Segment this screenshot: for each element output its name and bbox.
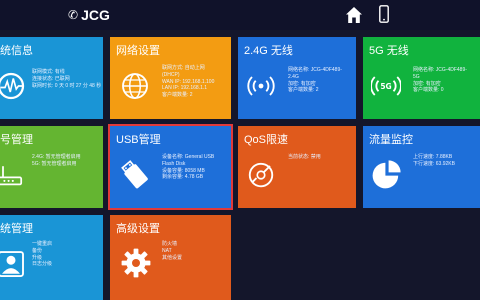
info-line: 连接状态: 已联网	[32, 75, 70, 82]
logo-mark: ✆	[68, 8, 79, 22]
tile-title: QoS限速	[244, 134, 289, 146]
user-profile-icon	[0, 251, 24, 277]
info-line: 联网方式: 自动上网	[162, 65, 205, 71]
tile-advanced[interactable]: 高级设置 防火墙 NAT 其他设置	[110, 215, 231, 300]
info-line: 客户端数量: 0	[413, 87, 444, 94]
info-line: 日志分级	[32, 261, 53, 268]
info-line: 2.4G	[288, 73, 299, 80]
tile-title: 高级设置	[116, 223, 160, 235]
info-line: 备份	[32, 247, 43, 254]
info-line: 设备名称: General USB	[162, 154, 215, 160]
top-bar: ✆ JCG	[0, 0, 480, 30]
tile-title: 流量监控	[369, 134, 413, 146]
usb-drive-icon	[121, 160, 148, 189]
tile-qos[interactable]: QoS限速 当前状态: 禁用	[238, 126, 356, 208]
tile-usb-mgmt[interactable]: USB管理 设备名称: General USB Flash Disk 设备容量:…	[108, 124, 233, 210]
wifi-signal-icon	[247, 76, 275, 96]
phone-icon[interactable]	[379, 5, 389, 23]
info-line: (DHCP)	[162, 71, 180, 78]
tile-system-info[interactable]: 统信息 联网模式: 有线 连接状态: 已联网 联网时长: 0 天 0 时 27 …	[0, 37, 103, 119]
info-line: 联网模式: 有线	[32, 69, 65, 75]
info-line: WAN IP: 192.168.1.100	[162, 78, 215, 85]
info-line: 5G	[413, 73, 420, 80]
tile-network-settings[interactable]: 网络设置 联网方式: 自动上网 (DHCP) WAN IP: 192.168.1…	[110, 37, 231, 119]
tile-sys-mgmt[interactable]: 统管理 一键重启 备份 升级 日志分级	[0, 215, 103, 300]
info-line: 联网时长: 0 天 0 时 27 分 48 秒	[32, 82, 102, 89]
tile-account-mgmt[interactable]: 号管理 2.4G: 暂无管理者启用 5G: 暂无管理者启用	[0, 126, 103, 208]
svg-text:5G: 5G	[380, 82, 391, 91]
tile-title: 统管理	[0, 223, 33, 235]
tile-title: USB管理	[116, 134, 161, 146]
info-line: 防火墙	[162, 241, 178, 247]
info-line: NAT	[162, 247, 172, 254]
info-line: 网络名称: JCG-4DF489-	[413, 67, 467, 73]
tile-title: 网络设置	[116, 45, 160, 57]
info-line: 2.4G: 暂无管理者启用	[32, 154, 81, 160]
info-line: 其他设置	[162, 254, 183, 261]
info-line: 5G: 暂无管理者启用	[32, 160, 77, 167]
info-line: 一键重启	[32, 241, 53, 247]
tile-wifi-5g[interactable]: 5G 无线 5G 网络名称: JCG-4DF489- 5G 加密: 有加密 客户…	[363, 37, 480, 119]
brand-logo: ✆ JCG	[68, 7, 110, 23]
globe-icon	[122, 73, 148, 99]
tile-traffic[interactable]: 流量监控 上行速度: 7.88KB 下行速度: 63.92KB	[363, 126, 480, 208]
logo-text: JCG	[81, 7, 110, 23]
speedometer-icon	[0, 72, 25, 100]
info-line: 客户端数量: 2	[162, 92, 193, 99]
info-line: Flash Disk	[162, 160, 186, 167]
router-icon	[0, 166, 23, 186]
info-line: 剩余容量: 4.78 GB	[162, 174, 204, 181]
tile-wifi-24g[interactable]: 2.4G 无线 网络名称: JCG-4DF489- 2.4G 加密: 有加密 客…	[238, 37, 356, 119]
info-line: 上行速度: 7.88KB	[413, 154, 453, 160]
info-line: 网络名称: JCG-4DF489-	[288, 67, 342, 73]
tile-title: 2.4G 无线	[244, 45, 293, 57]
gear-icon	[121, 248, 151, 278]
pie-chart-icon	[372, 160, 401, 189]
info-line: 下行速度: 63.92KB	[413, 160, 455, 167]
home-icon[interactable]	[345, 6, 363, 24]
speed-limit-icon	[248, 162, 274, 188]
tile-title: 号管理	[0, 134, 33, 146]
wifi-5g-icon: 5G	[371, 76, 401, 96]
info-line: 当前状态: 禁用	[288, 154, 321, 160]
tile-title: 5G 无线	[369, 45, 409, 57]
info-line: 客户端数量: 2	[288, 87, 319, 94]
tile-title: 统信息	[0, 45, 33, 57]
